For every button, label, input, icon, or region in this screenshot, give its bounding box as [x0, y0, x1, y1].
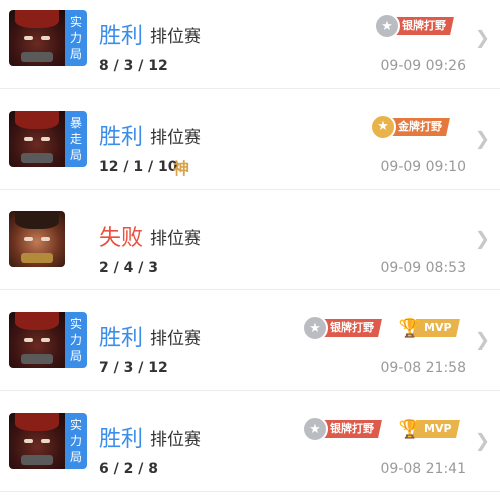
trophy-icon: 🏆 [398, 418, 422, 440]
match-history-list: 实力局 胜利 排位赛 8 / 3 / 12 ★ 银牌打野 09-09 09:26… [0, 0, 500, 492]
chevron-right-icon[interactable]: ❯ [475, 229, 490, 250]
hero-portrait [9, 9, 65, 66]
medal-icon: ★ [370, 113, 396, 140]
match-result: 失败 [99, 225, 144, 251]
kda-score: 6 / 2 / 8 [99, 461, 158, 478]
hero-avatar: 实力局 [9, 9, 87, 66]
hero-avatar: 实力局 [9, 413, 87, 470]
match-result: 胜利 [99, 24, 144, 49]
match-tag: 暴走局 [65, 110, 87, 167]
hero-portrait [9, 413, 65, 470]
silver-jungle-badge: ★ 银牌打野 [302, 315, 382, 342]
match-tag: 实力局 [65, 413, 87, 470]
match-mode: 排位赛 [150, 127, 201, 148]
chevron-right-icon[interactable]: ❯ [475, 27, 490, 48]
match-result: 胜利 [99, 124, 144, 150]
chevron-right-icon[interactable]: ❯ [475, 128, 490, 149]
match-mode: 排位赛 [150, 27, 201, 47]
kda-score: 7 / 3 / 12 [99, 360, 168, 377]
match-time: 09-09 09:26 [380, 58, 466, 74]
kda-score: 2 / 4 / 3 [99, 259, 158, 276]
mvp-badge: 🏆 MVP [398, 316, 460, 340]
match-tag: 实力局 [65, 9, 87, 66]
medal-icon: ★ [302, 315, 328, 342]
match-mode: 排位赛 [150, 430, 201, 451]
hero-avatar [9, 211, 65, 268]
mvp-badge: 🏆 MVP [398, 417, 460, 441]
hero-portrait [9, 312, 65, 369]
match-row[interactable]: 实力局 胜利 排位赛 6 / 2 / 8 ★ 银牌打野 🏆 MVP 09-08 … [0, 391, 500, 492]
kda-score: 8 / 3 / 12 [99, 58, 168, 74]
medal-icon: ★ [374, 13, 400, 39]
silver-jungle-badge: ★ 银牌打野 [374, 13, 454, 39]
match-mode: 排位赛 [150, 228, 201, 249]
match-time: 09-08 21:58 [380, 360, 466, 377]
medal-icon: ★ [302, 416, 328, 443]
match-time: 09-09 08:53 [380, 259, 466, 276]
match-result: 胜利 [99, 326, 144, 352]
match-tag: 实力局 [65, 312, 87, 369]
match-time: 09-08 21:41 [380, 461, 466, 478]
match-row[interactable]: 实力局 胜利 排位赛 8 / 3 / 12 ★ 银牌打野 09-09 09:26… [0, 0, 500, 89]
kda-score: 12 / 1 / 10 [99, 158, 178, 175]
match-result: 胜利 [99, 427, 144, 453]
chevron-right-icon[interactable]: ❯ [475, 431, 490, 452]
silver-jungle-badge: ★ 银牌打野 [302, 416, 382, 443]
chevron-right-icon[interactable]: ❯ [475, 330, 490, 351]
match-row[interactable]: 失败 排位赛 2 / 4 / 3 09-09 08:53 ❯ [0, 190, 500, 291]
hero-avatar: 暴走局 [9, 110, 87, 167]
god-badge: 神 [173, 158, 190, 178]
trophy-icon: 🏆 [398, 317, 422, 339]
match-row[interactable]: 实力局 胜利 排位赛 7 / 3 / 12 ★ 银牌打野 🏆 MVP 09-08… [0, 290, 500, 392]
gold-jungle-badge: ★ 金牌打野 [370, 113, 450, 140]
hero-portrait [9, 110, 65, 167]
hero-avatar: 实力局 [9, 312, 87, 369]
match-mode: 排位赛 [150, 329, 201, 350]
hero-portrait [9, 211, 65, 268]
match-time: 09-09 09:10 [380, 158, 466, 175]
match-row[interactable]: 暴走局 胜利 排位赛 12 / 1 / 10 神 ★ 金牌打野 09-09 09… [0, 89, 500, 190]
